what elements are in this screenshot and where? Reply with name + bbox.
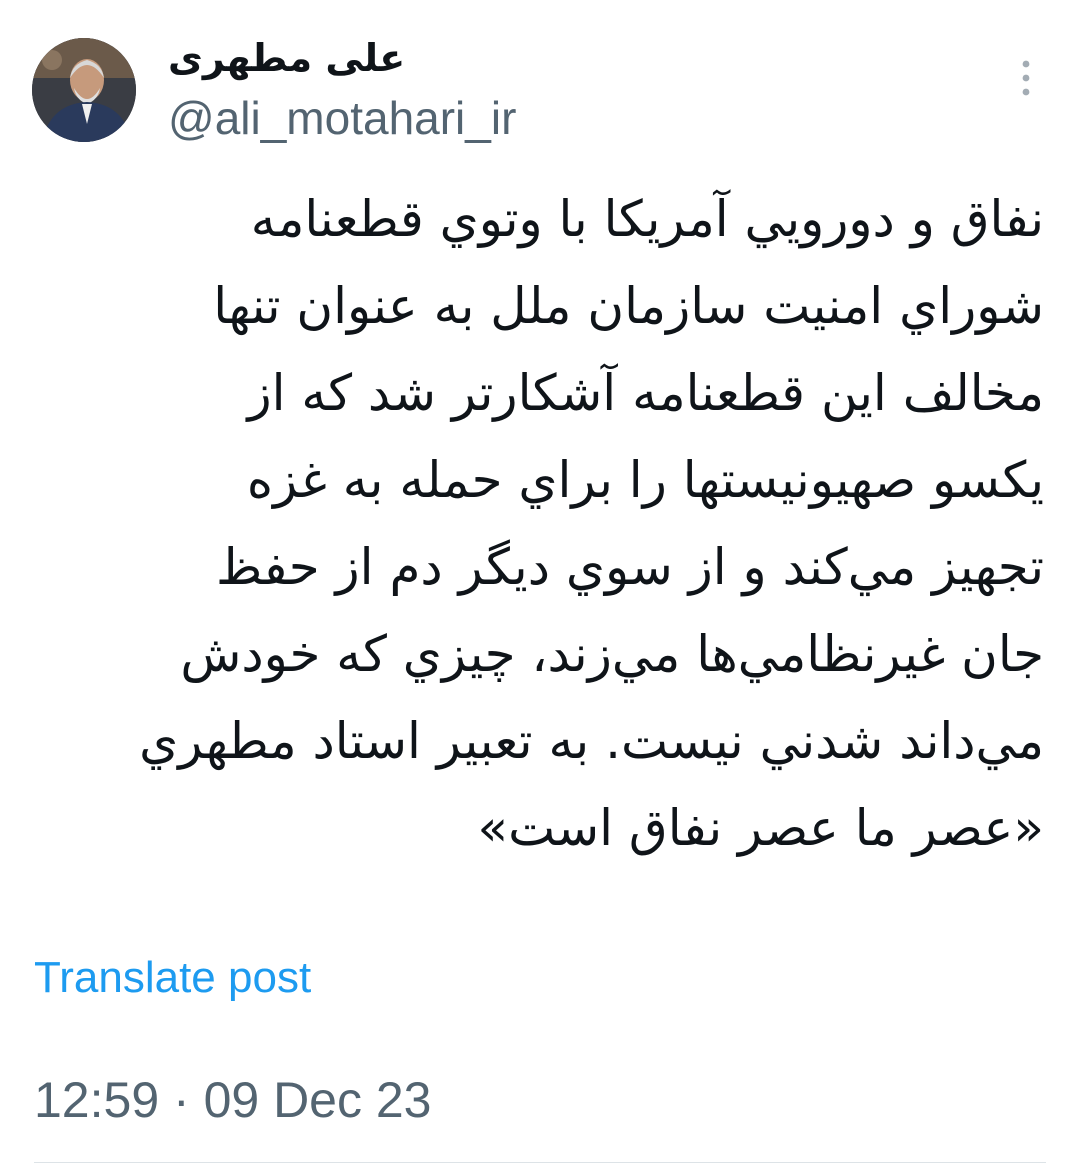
user-handle[interactable]: @ali_motahari_ir <box>168 90 516 146</box>
profile-photo-icon <box>32 38 136 142</box>
post-line: تجهيز مي‌كند و از سوي ديگر دم از حفظ <box>215 538 1044 596</box>
post-line: شوراي امنيت سازمان ملل به عنوان تنها <box>213 277 1044 335</box>
post-date: 09 Dec 23 <box>203 1072 432 1128</box>
post-line: يكسو صهيونيستها را براي حمله به غزه <box>246 451 1044 509</box>
timestamp-separator: · <box>159 1072 204 1128</box>
post-text: نفاق و دورويي آمريكا با وتوي قطعنامه شور… <box>40 176 1044 872</box>
display-name[interactable]: علی مطهری <box>168 34 516 82</box>
more-vertical-icon <box>1022 60 1030 96</box>
post-line: مي‌داند شدني نيست. به تعبير استاد مطهري <box>139 712 1044 770</box>
author-names: علی مطهری @ali_motahari_ir <box>168 34 516 146</box>
post-line: «عصر ما عصر نفاق است» <box>477 799 1044 857</box>
post-line: نفاق و دورويي آمريكا با وتوي قطعنامه <box>250 190 1044 248</box>
tweet-card: علی مطهری @ali_motahari_ir نفاق و دورويي… <box>0 0 1080 1167</box>
more-options-button[interactable] <box>1004 58 1048 110</box>
avatar[interactable] <box>32 38 136 142</box>
divider <box>34 1162 1046 1163</box>
translate-post-link[interactable]: Translate post <box>34 950 311 1006</box>
post-timestamp[interactable]: 12:59 · 09 Dec 23 <box>34 1070 432 1130</box>
post-line: جان غيرنظامي‌ها مي‌زند، چيزي كه خودش <box>180 625 1044 683</box>
post-line: مخالف اين قطعنامه آشكارتر شد كه از <box>247 364 1044 422</box>
post-time: 12:59 <box>34 1072 160 1128</box>
tweet-header: علی مطهری @ali_motahari_ir <box>32 34 1052 150</box>
